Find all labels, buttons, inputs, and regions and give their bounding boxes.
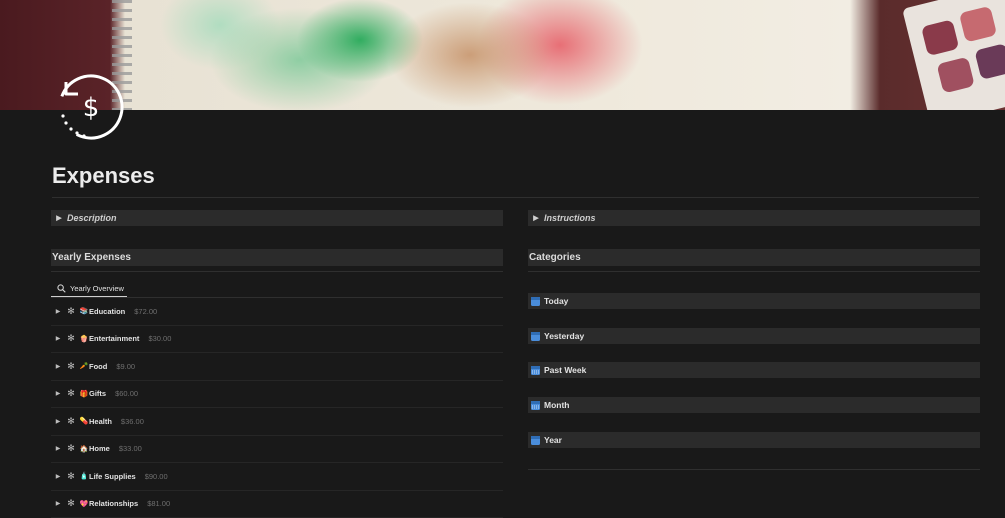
triangle-right-icon[interactable]: ▶ — [528, 214, 544, 222]
triangle-right-icon[interactable]: ▶ — [51, 500, 65, 507]
description-toggle[interactable]: ▶ Description — [51, 210, 503, 226]
category-yesterday[interactable]: Yesterday — [528, 328, 980, 344]
group-sum: $30.00 — [148, 334, 171, 343]
group-name: Home — [89, 444, 110, 453]
group-sum: $90.00 — [145, 472, 168, 481]
group-emoji: 🏠 — [79, 445, 89, 453]
page-title[interactable]: Expenses — [52, 163, 155, 189]
categories-heading-text: Categories — [529, 252, 581, 263]
group-row-food[interactable]: ▶ ✻ 🥕 Food $9.00 — [51, 353, 503, 381]
group-name: Education — [89, 307, 125, 316]
yearly-expenses-heading: Yearly Expenses — [51, 249, 503, 266]
category-past-week[interactable]: Past Week — [528, 362, 980, 378]
calendar-week-icon — [531, 366, 540, 375]
yearly-expenses-heading-text: Yearly Expenses — [52, 252, 131, 263]
asterisk-icon: ✻ — [65, 443, 77, 454]
calendar-day-icon — [531, 297, 540, 306]
group-sum: $60.00 — [115, 389, 138, 398]
right-column: ▶ Instructions Categories Today Yesterda… — [528, 210, 980, 226]
group-sum: $36.00 — [121, 417, 144, 426]
view-tab-yearly-overview[interactable]: Yearly Overview — [51, 279, 127, 297]
group-name: Relationships — [89, 499, 138, 508]
dollar-refresh-icon[interactable]: $ — [54, 70, 128, 144]
category-label: Past Week — [544, 365, 586, 375]
asterisk-icon: ✻ — [65, 388, 77, 399]
category-label: Year — [544, 435, 562, 445]
group-name: Food — [89, 362, 107, 371]
instructions-toggle-label: Instructions — [544, 213, 596, 223]
category-year[interactable]: Year — [528, 432, 980, 448]
instructions-toggle[interactable]: ▶ Instructions — [528, 210, 980, 226]
group-emoji: 🥕 — [79, 362, 89, 370]
group-sum: $81.00 — [147, 499, 170, 508]
category-label: Yesterday — [544, 331, 584, 341]
triangle-right-icon[interactable]: ▶ — [51, 473, 65, 480]
group-emoji: 🍿 — [79, 335, 89, 343]
categories-heading: Categories — [528, 249, 980, 266]
cover-image — [0, 0, 1005, 110]
category-label: Today — [544, 296, 568, 306]
triangle-right-icon[interactable]: ▶ — [51, 445, 65, 452]
svg-text:$: $ — [83, 93, 100, 123]
heading-divider — [51, 271, 503, 272]
group-row-education[interactable]: ▶ ✻ 📚 Education $72.00 — [51, 298, 503, 326]
group-emoji: 🎁 — [79, 390, 89, 398]
group-row-relationships[interactable]: ▶ ✻ 💖 Relationships $81.00 — [51, 491, 503, 518]
group-row-entertainment[interactable]: ▶ ✻ 🍿 Entertainment $30.00 — [51, 326, 503, 354]
asterisk-icon: ✻ — [65, 471, 77, 482]
description-toggle-label: Description — [67, 213, 117, 223]
triangle-right-icon[interactable]: ▶ — [51, 214, 67, 222]
asterisk-icon: ✻ — [65, 498, 77, 509]
category-today[interactable]: Today — [528, 293, 980, 309]
category-month[interactable]: Month — [528, 397, 980, 413]
paint-palette — [902, 0, 1005, 110]
group-sum: $33.00 — [119, 444, 142, 453]
triangle-right-icon[interactable]: ▶ — [51, 363, 65, 370]
left-column: ▶ Description Yearly Expenses Yearly Ove… — [51, 210, 503, 226]
asterisk-icon: ✻ — [65, 416, 77, 427]
calendar-year-icon — [531, 436, 540, 445]
triangle-right-icon[interactable]: ▶ — [51, 390, 65, 397]
triangle-right-icon[interactable]: ▶ — [51, 335, 65, 342]
heading-divider — [528, 271, 980, 272]
categories-divider — [528, 469, 980, 470]
group-emoji: 📚 — [79, 307, 89, 315]
group-sum: $72.00 — [134, 307, 157, 316]
group-row-gifts[interactable]: ▶ ✻ 🎁 Gifts $60.00 — [51, 381, 503, 409]
search-icon — [57, 284, 66, 293]
group-sum: $9.00 — [116, 362, 135, 371]
triangle-right-icon[interactable]: ▶ — [51, 418, 65, 425]
group-name: Entertainment — [89, 334, 139, 343]
title-divider — [52, 197, 979, 198]
calendar-month-icon — [531, 401, 540, 410]
group-row-life-supplies[interactable]: ▶ ✻ 🧴 Life Supplies $90.00 — [51, 463, 503, 491]
group-name: Health — [89, 417, 112, 426]
group-row-home[interactable]: ▶ ✻ 🏠 Home $33.00 — [51, 436, 503, 464]
group-emoji: 🧴 — [79, 472, 89, 480]
group-name: Life Supplies — [89, 472, 136, 481]
view-tab-label: Yearly Overview — [70, 284, 124, 293]
asterisk-icon: ✻ — [65, 306, 77, 317]
group-name: Gifts — [89, 389, 106, 398]
group-emoji: 💖 — [79, 500, 89, 508]
calendar-day-icon — [531, 332, 540, 341]
triangle-right-icon[interactable]: ▶ — [51, 308, 65, 315]
asterisk-icon: ✻ — [65, 361, 77, 372]
expense-groups: ▶ ✻ 📚 Education $72.00 ▶ ✻ 🍿 Entertainme… — [51, 298, 503, 518]
group-emoji: 💊 — [79, 417, 89, 425]
asterisk-icon: ✻ — [65, 333, 77, 344]
group-row-health[interactable]: ▶ ✻ 💊 Health $36.00 — [51, 408, 503, 436]
category-label: Month — [544, 400, 570, 410]
